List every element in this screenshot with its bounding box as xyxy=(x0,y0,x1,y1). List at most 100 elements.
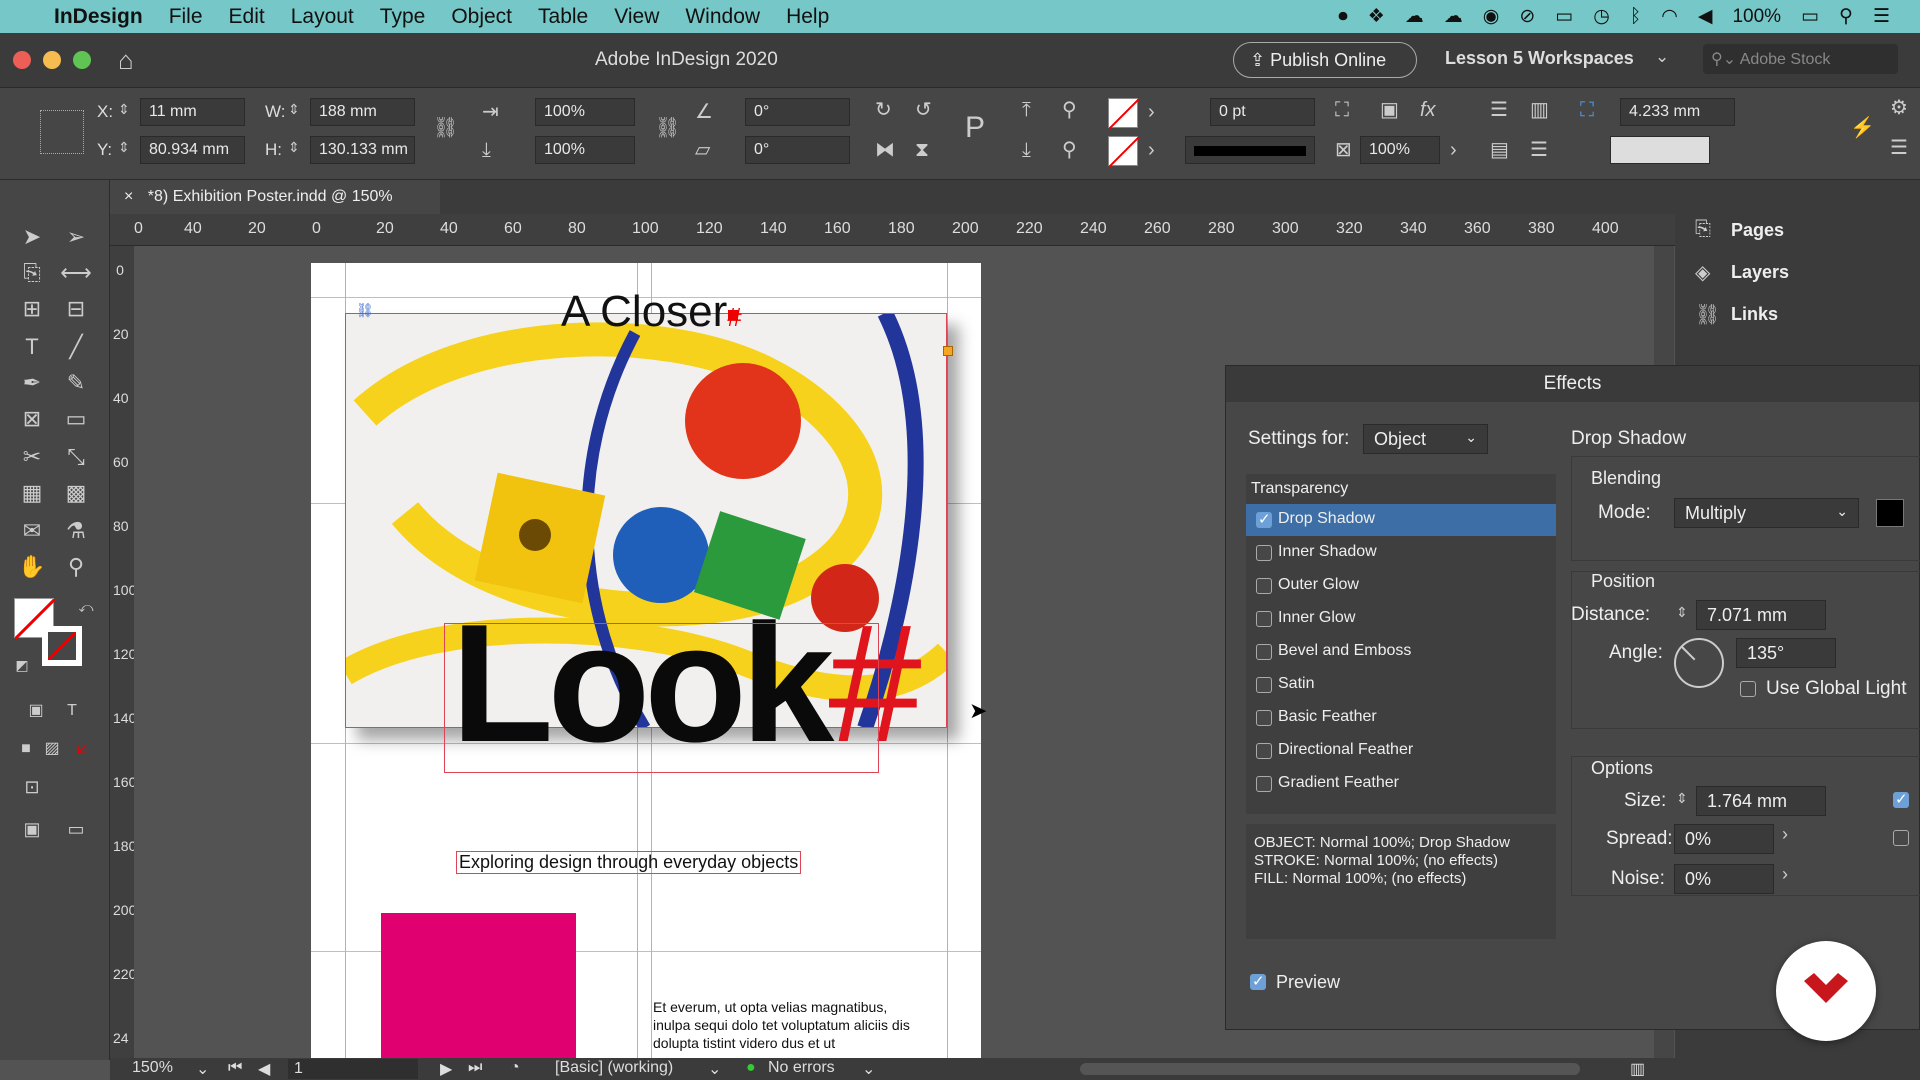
chevron-right-icon[interactable]: › xyxy=(1782,864,1788,885)
type-tool-icon[interactable]: T xyxy=(14,330,50,364)
stroke-swatch[interactable] xyxy=(1108,136,1140,168)
gear-icon[interactable]: ⚙ xyxy=(1890,98,1908,118)
stroke-style-dropdown[interactable] xyxy=(1185,136,1315,164)
selection-tool-icon[interactable]: ➤ xyxy=(14,220,50,254)
workspace-switcher[interactable]: Lesson 5 Workspaces xyxy=(1445,48,1634,69)
lightning-icon[interactable]: ⚡ xyxy=(1850,118,1875,138)
view-mode-icon[interactable]: ⊡ xyxy=(14,770,50,804)
pencil-tool-icon[interactable]: ✎ xyxy=(58,366,94,400)
distance-field[interactable]: 7.071 mm xyxy=(1696,600,1826,630)
use-global-light-checkbox[interactable] xyxy=(1740,681,1756,697)
chevron-down-icon[interactable]: ⌄ xyxy=(708,1059,721,1079)
chevron-right-icon[interactable]: › xyxy=(1450,140,1457,160)
flip-vertical-icon[interactable]: ⧗ xyxy=(915,140,929,160)
x-field[interactable]: 11 mm xyxy=(140,98,245,126)
formatting-container-icon[interactable]: ▣ xyxy=(18,694,54,728)
menu-file[interactable]: File xyxy=(169,5,203,29)
publish-online-button[interactable]: ⇪ Publish Online xyxy=(1233,42,1417,78)
preflight-profile[interactable]: [Basic] (working) xyxy=(555,1059,673,1077)
menu-edit[interactable]: Edit xyxy=(229,5,265,29)
corner-options-handle[interactable] xyxy=(943,346,953,356)
scissors-tool-icon[interactable]: ✂ xyxy=(14,440,50,474)
open-document-icon[interactable]: ◔ xyxy=(510,1059,520,1077)
effect-drop-shadow[interactable]: Drop Shadow xyxy=(1278,510,1375,528)
basic-feather-checkbox[interactable] xyxy=(1256,710,1272,726)
y-field[interactable]: 80.934 mm xyxy=(140,136,245,164)
page-number-field[interactable]: 1 xyxy=(288,1059,418,1079)
previous-page-icon[interactable]: ◀ xyxy=(258,1059,270,1079)
chevron-right-icon[interactable]: › xyxy=(1148,140,1155,160)
inner-glow-checkbox[interactable] xyxy=(1256,611,1272,627)
shear-field[interactable]: 0° xyxy=(745,136,850,164)
effect-outer-glow[interactable]: Outer Glow xyxy=(1278,576,1359,594)
spread-field[interactable]: 0% xyxy=(1674,824,1774,854)
page-tool-icon[interactable]: ⎘ xyxy=(14,256,50,290)
angle-field[interactable]: 135° xyxy=(1736,638,1836,668)
rectangle-tool-icon[interactable]: ▭ xyxy=(58,402,94,436)
column-icon[interactable]: ☰ xyxy=(1530,140,1548,160)
menu-object[interactable]: Object xyxy=(451,5,512,29)
layers-panel-tab[interactable]: Layers xyxy=(1731,262,1789,283)
menu-help[interactable]: Help xyxy=(786,5,829,29)
default-colors-icon[interactable]: ◩ xyxy=(4,648,40,682)
menu-view[interactable]: View xyxy=(614,5,659,29)
align-icon[interactable]: ☰ xyxy=(1490,100,1508,120)
horizontal-scrollbar[interactable] xyxy=(1080,1063,1580,1075)
noise-field[interactable]: 0% xyxy=(1674,864,1774,894)
apply-none-icon[interactable]: ⧄ xyxy=(64,732,100,766)
gradient-feather-tool-icon[interactable]: ▩ xyxy=(58,476,94,510)
effect-basic-feather[interactable]: Basic Feather xyxy=(1278,708,1377,726)
menu-window[interactable]: Window xyxy=(685,5,760,29)
effect-inner-glow[interactable]: Inner Glow xyxy=(1278,609,1355,627)
object-knocks-out-shadow-checkbox[interactable] xyxy=(1893,790,1909,808)
y-stepper-icon[interactable]: ⇕ xyxy=(118,140,130,154)
swap-colors-icon[interactable]: ⤺ xyxy=(68,590,104,624)
stroke-color-box[interactable] xyxy=(42,626,82,666)
screen-mode-icon[interactable]: ▭ xyxy=(58,812,94,846)
transparency-item[interactable]: Transparency xyxy=(1251,480,1348,498)
content-placer-icon[interactable]: ⊟ xyxy=(58,292,94,326)
size-field[interactable]: 1.764 mm xyxy=(1696,786,1826,816)
poster-subtitle[interactable]: Exploring design through everyday object… xyxy=(456,851,802,874)
p-icon[interactable]: P xyxy=(965,113,985,143)
eyedropper-tool-icon[interactable]: ⚗ xyxy=(58,514,94,548)
time-machine-icon[interactable]: ◷ xyxy=(1593,5,1610,28)
cloud-upload-icon[interactable]: ☁ xyxy=(1444,5,1463,28)
chevron-down-icon[interactable]: ⌄ xyxy=(862,1059,875,1079)
note-tool-icon[interactable]: ✉ xyxy=(14,514,50,548)
constrain-scale-icon[interactable]: ⛓ xyxy=(655,118,680,138)
fill-swatch[interactable] xyxy=(1108,98,1140,130)
poster-page[interactable]: ⛓ A Closer# Look# Exploring design throu… xyxy=(311,263,981,1060)
drop-shadow-checkbox[interactable] xyxy=(1256,510,1272,528)
line-tool-icon[interactable]: ╱ xyxy=(58,330,94,364)
zoom-window-button[interactable] xyxy=(73,51,91,69)
effects-fx-icon[interactable]: fx xyxy=(1420,100,1436,120)
gap-tool-icon[interactable]: ⛶ xyxy=(1580,100,1594,120)
dropbox-icon[interactable]: ❖ xyxy=(1368,5,1385,28)
scale-x-field[interactable]: 100% xyxy=(535,98,635,126)
select-next-icon[interactable]: ⚲ xyxy=(1062,140,1077,160)
menu-type[interactable]: Type xyxy=(380,5,426,29)
home-icon[interactable]: ⌂ xyxy=(118,45,134,76)
next-page-icon[interactable]: ▶ xyxy=(440,1059,452,1079)
volume-icon[interactable]: ◀ xyxy=(1698,5,1713,28)
pages-panel-tab[interactable]: Pages xyxy=(1731,220,1784,241)
poster-title[interactable]: A Closer# xyxy=(561,287,742,337)
spotlight-search-icon[interactable]: ⚲ xyxy=(1839,5,1853,28)
gradient-feather-checkbox[interactable] xyxy=(1256,776,1272,792)
gradient-swatch-tool-icon[interactable]: ▦ xyxy=(14,476,50,510)
rectangle-frame-tool-icon[interactable]: ⊠ xyxy=(14,402,50,436)
reference-point-icon[interactable] xyxy=(40,110,84,154)
size-stepper-icon[interactable]: ⇕ xyxy=(1676,790,1688,807)
airplay-icon[interactable]: ▭ xyxy=(1555,5,1573,28)
chevron-down-icon[interactable]: ⌄ xyxy=(196,1059,209,1079)
poster-body-text[interactable]: Et everum, ut opta velias magnatibus, in… xyxy=(653,998,913,1052)
document-tab[interactable]: × *8) Exhibition Poster.indd @ 150% xyxy=(110,180,440,214)
gap-tool-icon[interactable]: ⟷ xyxy=(58,256,94,290)
effect-directional-feather[interactable]: Directional Feather xyxy=(1278,741,1413,759)
close-tab-icon[interactable]: × xyxy=(124,188,133,205)
free-transform-tool-icon[interactable]: ⤡ xyxy=(58,440,94,474)
settings-for-dropdown[interactable]: Object ⌄ xyxy=(1363,424,1488,454)
menu-layout[interactable]: Layout xyxy=(291,5,354,29)
directional-feather-checkbox[interactable] xyxy=(1256,743,1272,759)
